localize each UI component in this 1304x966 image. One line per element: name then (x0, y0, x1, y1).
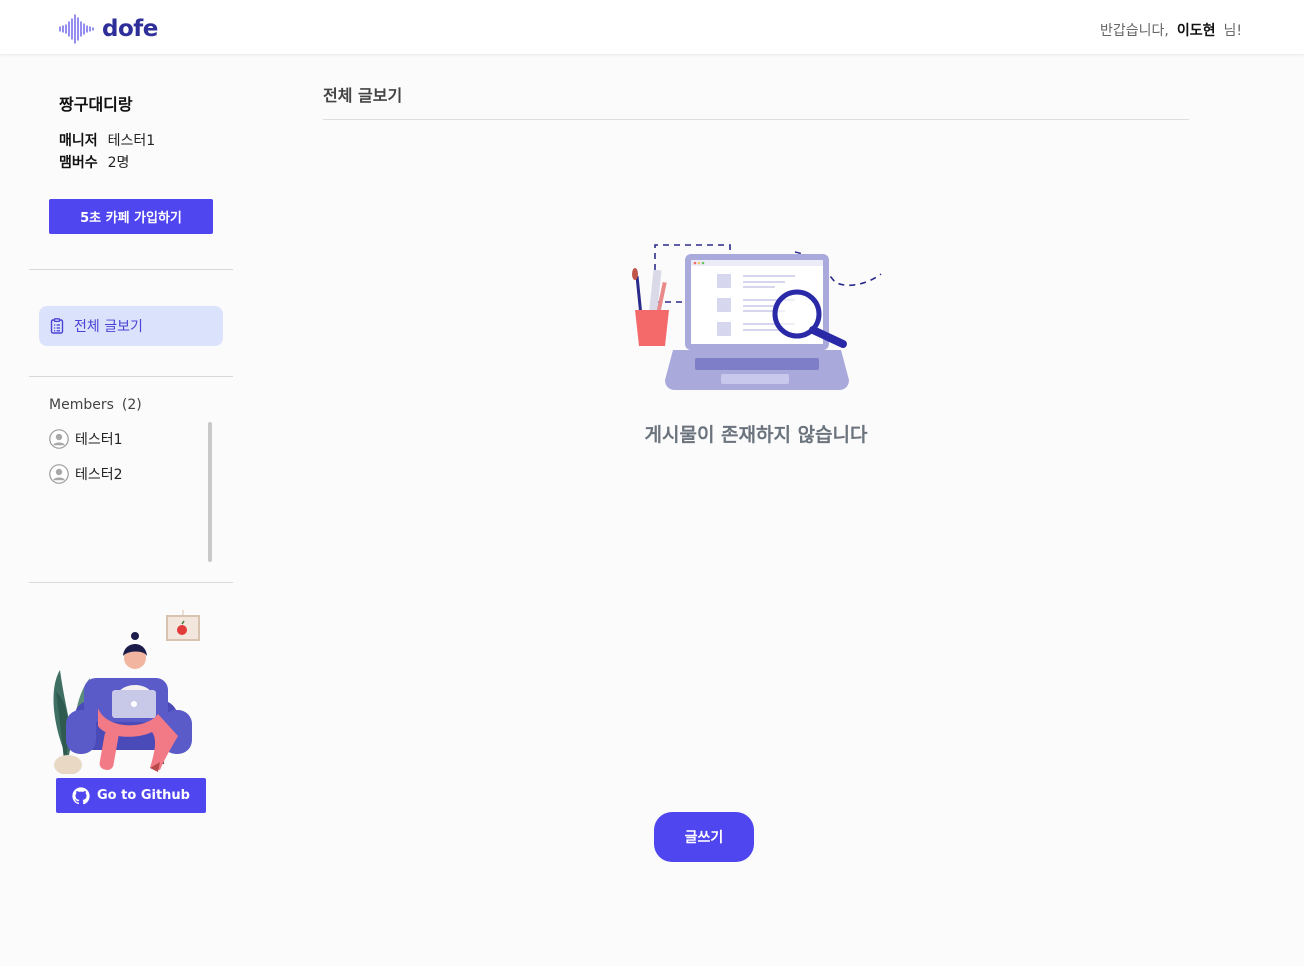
divider (29, 376, 233, 377)
member-count-row: 맴버수 2명 (59, 152, 129, 172)
github-button[interactable]: Go to Github (56, 778, 206, 813)
clipboard-list-icon (50, 318, 64, 334)
soundwave-icon (59, 14, 94, 44)
greeting-suffix: 님! (1223, 23, 1243, 39)
members-heading: Members (2) (49, 397, 142, 413)
greeting-prefix: 반갑습니다, (1100, 23, 1169, 39)
cafe-name: 짱구대디랑 (59, 95, 133, 114)
member-name: 테스터2 (75, 467, 123, 483)
join-cafe-button[interactable]: 5초 카페 가입하기 (49, 199, 213, 234)
manager-value: 테스터1 (107, 133, 156, 149)
manager-label: 매니저 (59, 133, 98, 149)
sidebar-item-label: 전체 글보기 (74, 319, 143, 335)
sidebar: 짱구대디랑 매니저 테스터1 맴버수 2명 5초 카페 가입하기 전체 글보기 … (0, 54, 262, 966)
members-count: (2) (121, 397, 142, 413)
page-title: 전체 글보기 (323, 86, 403, 105)
manager-row: 매니저 테스터1 (59, 130, 155, 150)
user-avatar-icon (49, 464, 69, 484)
member-count-label: 맴버수 (59, 155, 98, 171)
sidebar-item-all-posts[interactable]: 전체 글보기 (39, 306, 223, 346)
title-divider (323, 119, 1189, 120)
empty-message: 게시물이 존재하지 않습니다 (644, 424, 868, 446)
laptop-search-illustration (632, 244, 882, 390)
divider (29, 269, 233, 270)
members-title: Members (49, 397, 114, 413)
github-button-label: Go to Github (97, 788, 190, 803)
person-on-sofa-illustration (53, 610, 200, 774)
write-post-button[interactable]: 글쓰기 (654, 812, 754, 862)
github-icon (72, 786, 90, 804)
member-count-value: 2명 (107, 155, 130, 171)
logo-text: dofe (102, 16, 158, 42)
user-name: 이도현 (1176, 23, 1216, 39)
top-header: dofe 반갑습니다, 이도현 님! (0, 0, 1304, 54)
divider (29, 582, 233, 583)
member-item[interactable]: 테스터2 (49, 464, 123, 484)
logo[interactable]: dofe (58, 14, 158, 44)
greeting: 반갑습니다, 이도현 님! (1100, 20, 1242, 40)
